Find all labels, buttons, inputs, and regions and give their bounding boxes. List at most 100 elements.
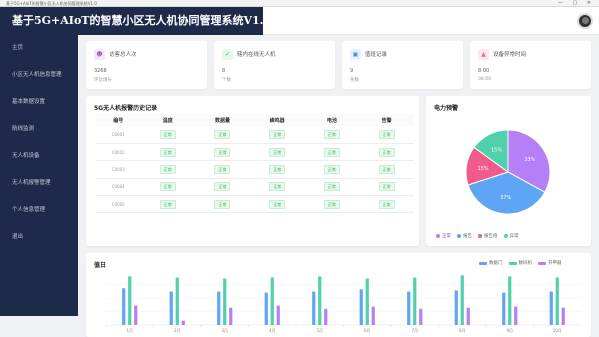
row-id: C0002: [96, 143, 141, 162]
bar-1-9[interactable]: [502, 292, 506, 325]
status-cell: 正常: [249, 126, 305, 144]
column-header: 告警: [359, 114, 414, 126]
legend-item[interactable]: 报告值: [478, 233, 498, 239]
status-cell: 正常: [195, 160, 250, 179]
sidebar-item-profile[interactable]: 个人信息管理: [0, 197, 78, 224]
status-badge: 正常: [269, 164, 286, 174]
table-row[interactable]: C0005 正常 正常 正常 正常 正常: [96, 195, 414, 214]
window-controls[interactable]: — ▢ ✕: [558, 0, 595, 6]
sidebar-item-logout[interactable]: 退出: [0, 224, 78, 251]
status-badge: 正常: [323, 129, 340, 139]
bar-3-1[interactable]: [134, 305, 138, 325]
table-row[interactable]: C0002 正常 正常 正常 正常 正常: [96, 143, 414, 162]
status-badge: 正常: [378, 182, 395, 192]
bar-2-3[interactable]: [223, 278, 227, 325]
table-row[interactable]: C0003 正常 正常 正常 正常 正常: [96, 160, 414, 179]
status-badge: 正常: [159, 182, 176, 192]
bar-2-2[interactable]: [175, 277, 179, 325]
status-cell: 正常: [195, 143, 250, 162]
bar-3-10[interactable]: [561, 307, 565, 325]
x-tick-label: 3月: [221, 328, 228, 333]
bar-2-4[interactable]: [270, 277, 274, 325]
stat-label: 值班记录: [365, 52, 388, 58]
bar-3-5[interactable]: [324, 308, 328, 325]
sidebar-item-basic-settings[interactable]: 基本数据设置: [0, 89, 78, 116]
bar-1-2[interactable]: [169, 291, 173, 325]
bar-1-5[interactable]: [312, 291, 316, 325]
bar-3-7[interactable]: [419, 308, 423, 325]
stat-sub: 个数: [222, 78, 231, 83]
panel-title: 5G无人机报警历史记录: [94, 105, 158, 112]
bar-2-5[interactable]: [318, 276, 322, 325]
bar-2-6[interactable]: [365, 278, 369, 325]
table-row[interactable]: C0001 正常 正常 正常 正常 正常: [96, 126, 414, 144]
column-header: 温度: [140, 114, 196, 126]
sidebar-item-alarm-management[interactable]: 无人机报警管理: [0, 170, 78, 197]
status-cell: 正常: [359, 160, 414, 179]
x-tick-label: 2月: [174, 328, 181, 333]
status-badge: 正常: [214, 129, 231, 139]
status-badge: 正常: [323, 199, 340, 209]
legend-item[interactable]: 数码机: [508, 260, 532, 266]
legend-label: 数据门: [489, 261, 503, 266]
bar-1-10[interactable]: [549, 291, 553, 325]
power-warning-panel: 电力预警 33% 37% 15% 15% 正常 报告 报告值 异常: [426, 96, 591, 246]
bar-2-7[interactable]: [413, 277, 417, 325]
row-id: C0005: [96, 195, 141, 214]
bar-1-4[interactable]: [264, 292, 268, 325]
alarm-history-panel: 5G无人机报警历史记录 编号 温度 数据量 蜂鸣器 电池 告警 C0001 正常正…: [86, 96, 419, 246]
bar-3-2[interactable]: [181, 320, 185, 325]
bar-3-8[interactable]: [466, 307, 470, 325]
bar-2-8[interactable]: [460, 275, 464, 325]
bar-2-9[interactable]: [508, 276, 512, 325]
row-id: C0003: [96, 160, 141, 179]
bar-1-3[interactable]: [217, 291, 221, 325]
bar-1-7[interactable]: [407, 291, 411, 325]
bar-1-6[interactable]: [359, 289, 363, 325]
status-cell: 正常: [359, 143, 414, 162]
status-cell: 正常: [304, 178, 360, 197]
app-title: 基于5G+AIoT的智慧小区无人机协同管理系统V1.0: [0, 7, 263, 35]
bar-3-4[interactable]: [276, 305, 280, 325]
status-badge: 正常: [159, 199, 176, 209]
drone-icon: ✓: [222, 49, 233, 60]
stat-value: 3268: [94, 68, 107, 74]
status-cell: 正常: [359, 126, 414, 144]
status-badge: 正常: [323, 147, 340, 157]
legend-swatch-icon: [479, 261, 487, 265]
bar-chart: 1月 2月 3月 4月 5月 6月 7月 8月 9月 10月: [105, 275, 581, 333]
status-badge: 正常: [159, 129, 176, 139]
status-cell: 正常: [304, 143, 360, 162]
stat-sub: 环比增长: [94, 78, 112, 83]
user-avatar[interactable]: [577, 13, 593, 29]
stat-card-device-abnormal: ▲ 设备异常时间 8:00 08:00: [470, 41, 591, 89]
row-id: C0004: [96, 178, 141, 197]
legend-item[interactable]: 异常: [503, 233, 519, 239]
stat-value: 9: [350, 68, 354, 74]
legend-item[interactable]: 数据门: [479, 260, 503, 266]
pie-chart: 33% 37% 15% 15%: [465, 129, 551, 215]
bar-1-8[interactable]: [454, 290, 458, 325]
legend-item[interactable]: 正常: [436, 233, 451, 239]
sidebar-item-route-monitor[interactable]: 航线监测: [0, 116, 78, 143]
bar-2-10[interactable]: [555, 277, 559, 325]
pie-slice-label: 37%: [500, 195, 511, 201]
sidebar-item-drone-devices[interactable]: 无人机设备: [0, 143, 78, 170]
row-id: C0001: [96, 126, 141, 144]
status-cell: 正常: [249, 160, 305, 179]
legend-dot-icon: [478, 234, 482, 238]
legend-label: 报告值: [484, 234, 498, 239]
x-tick-label: 9月: [506, 328, 513, 333]
legend-item[interactable]: 开甲器: [538, 260, 562, 266]
bar-3-3[interactable]: [229, 307, 233, 325]
bar-2-1[interactable]: [128, 276, 132, 325]
status-cell: 正常: [195, 195, 250, 214]
table-row[interactable]: C0004 正常 正常 正常 正常 正常: [96, 178, 414, 197]
bar-1-1[interactable]: [122, 288, 126, 325]
app-header: 基于5G+AIoT的智慧小区无人机协同管理系统V1.0: [0, 7, 599, 35]
sidebar-item-home[interactable]: 主页: [0, 35, 78, 62]
legend-item[interactable]: 报告: [457, 233, 472, 239]
sidebar-item-drone-info[interactable]: 小区无人机信息管理: [0, 62, 78, 89]
status-badge: 正常: [323, 182, 340, 192]
status-cell: 正常: [304, 160, 360, 179]
